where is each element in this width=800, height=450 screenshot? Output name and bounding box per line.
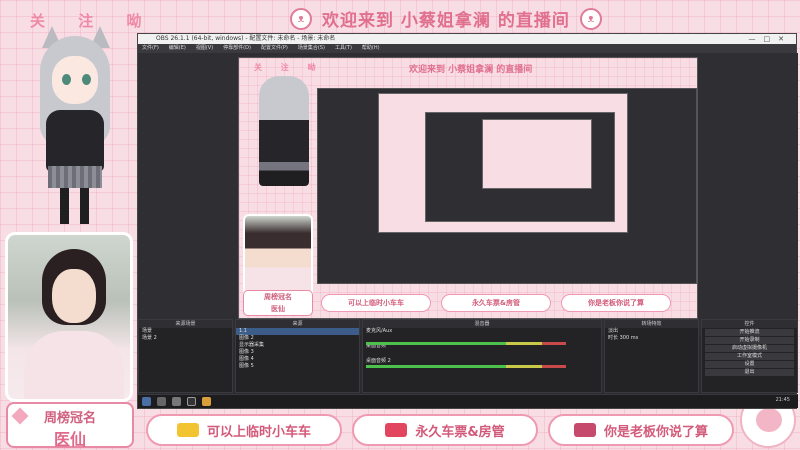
recursive-preview-3 [425, 112, 615, 222]
preview-pill: 你是老板你说了算 [561, 294, 671, 312]
controls-dock: 控件 开始推流 开始录制 启动虚拟摄像机 工作室模式 设置 退出 [701, 319, 798, 393]
obs-window[interactable]: OBS 26.1.1 (64-bit, windows) - 配置文件: 未命名… [137, 33, 798, 409]
menu-profile[interactable]: 配置文件(P) [261, 44, 288, 53]
obs-preview-area: 关 注 呦 欢迎来到 小蔡姐拿澜 的直播间 周榜冠名 医仙 可以上临时小车车 永… [138, 53, 798, 336]
taskview-icon[interactable] [172, 397, 181, 406]
preview-title: 欢迎来到 小蔡姐拿澜 的直播间 [409, 65, 533, 75]
weekly-top-badge: 周榜冠名 医仙 [6, 402, 134, 449]
windows-start-icon[interactable] [142, 397, 151, 406]
preview-pill: 可以上临时小车车 [321, 294, 431, 312]
start-streaming-button[interactable]: 开始推流 [705, 329, 794, 336]
menu-help[interactable]: 帮助(H) [362, 44, 380, 53]
obs-titlebar: OBS 26.1.1 (64-bit, windows) - 配置文件: 未命名… [138, 34, 796, 44]
preview-badge-title: 周榜冠名 [264, 293, 292, 301]
source-item[interactable]: 图像 2 [236, 335, 359, 342]
browser-icon[interactable] [202, 397, 211, 406]
duration-field[interactable]: 300 ms [620, 335, 639, 341]
recursive-preview-2 [378, 93, 628, 233]
badge-title: 周榜冠名 [43, 411, 96, 426]
source-item[interactable]: 显示器采集 [236, 342, 359, 349]
pill-label: 永久车票&房管 [415, 424, 505, 440]
volume-meter[interactable] [366, 365, 566, 368]
preview-recursive-obs [317, 88, 697, 284]
volume-meter[interactable] [366, 342, 566, 345]
mixer-channel-name: 桌面音频 2 [366, 358, 391, 364]
virtual-camera-button[interactable]: 启动虚拟摄像机 [705, 345, 794, 352]
obs-title-text: OBS 26.1.1 (64-bit, windows) - 配置文件: 未命名… [156, 35, 336, 42]
badge-name: 医仙 [53, 430, 86, 449]
transition-select[interactable]: 淡出 [605, 328, 698, 335]
controls-header: 控件 [702, 320, 797, 328]
obs-app-icon[interactable] [187, 397, 196, 406]
source-item[interactable]: 图像 5 [236, 363, 359, 370]
permanent-ticket-button: 永久车票&房管 [352, 414, 538, 446]
anime-mascot-illustration [28, 26, 123, 226]
mixer-channel-name: 麦克风/Aux [366, 328, 393, 334]
menu-edit[interactable]: 编辑(E) [169, 44, 186, 53]
pill-label: 你是老板你说了算 [603, 424, 708, 440]
rocket-icon [385, 423, 408, 437]
obs-menubar: 文件(F) 编辑(E) 视图(V) 停靠部件(D) 配置文件(P) 场景集合(S… [138, 44, 796, 53]
start-recording-button[interactable]: 开始录制 [705, 337, 794, 344]
preview-pill: 永久车票&房管 [441, 294, 551, 312]
sources-dock: 来源 1.1 图像 2 显示器采集 图像 3 图像 4 图像 5 [235, 319, 360, 393]
preview-badge-name: 医仙 [271, 305, 285, 313]
cat-face-icon: ᴥ [579, 7, 602, 30]
webcam-feed [5, 232, 133, 402]
menu-scene-collection[interactable]: 场景集合(S) [298, 44, 325, 53]
preview-badge: 周榜冠名 医仙 [243, 290, 313, 316]
menu-docks[interactable]: 停靠部件(D) [223, 44, 251, 53]
transition-duration-row: 时长 300 ms [605, 335, 698, 342]
ticket-icon [176, 423, 199, 437]
boss-decides-button: 你是老板你说了算 [548, 414, 734, 446]
cat-face-icon: ᴥ [290, 7, 312, 30]
source-item[interactable]: 图像 4 [236, 356, 359, 363]
taskbar-clock: 21:45 [775, 397, 790, 403]
rocket-icon [573, 423, 596, 437]
preview-mascot [259, 76, 309, 186]
menu-view[interactable]: 视图(V) [196, 44, 213, 53]
duration-label: 时长 [608, 335, 619, 341]
mixer-dock: 混音器 麦克风/Aux 桌面音频 桌面音频 2 [362, 319, 602, 393]
sources-header: 来源 [236, 320, 359, 328]
studio-mode-button[interactable]: 工作室模式 [705, 353, 794, 360]
recursive-preview-4 [482, 119, 592, 189]
settings-button[interactable]: 设置 [705, 361, 794, 368]
menu-file[interactable]: 文件(F) [142, 44, 159, 53]
scenes-header: 来源场景 [139, 320, 232, 328]
mixer-header: 混音器 [363, 320, 601, 328]
temporary-ride-button: 可以上临时小车车 [146, 414, 342, 446]
windows-taskbar: 21:45 [138, 394, 798, 408]
source-item[interactable]: 图像 3 [236, 349, 359, 356]
search-icon[interactable] [157, 397, 166, 406]
scene-item[interactable]: 场景 2 [139, 335, 232, 342]
window-controls-icon[interactable]: —□✕ [749, 34, 792, 44]
scenes-dock: 来源场景 场景 场景 2 [138, 319, 233, 393]
obs-preview-canvas[interactable]: 关 注 呦 欢迎来到 小蔡姐拿澜 的直播间 周榜冠名 医仙 可以上临时小车车 永… [238, 57, 698, 319]
exit-button[interactable]: 退出 [705, 369, 794, 376]
transitions-dock: 转场特效 淡出 时长 300 ms [604, 319, 699, 393]
obs-docks: 来源场景 场景 场景 2 来源 1.1 图像 2 显示器采集 图像 3 图像 4… [138, 319, 798, 393]
scene-item[interactable]: 场景 [139, 328, 232, 335]
preview-follow-text: 关 注 呦 [254, 63, 324, 72]
transitions-header: 转场特效 [605, 320, 698, 328]
stream-title: 欢迎来到 小蔡姐拿澜 的直播间 [322, 11, 570, 31]
menu-tools[interactable]: 工具(T) [335, 44, 352, 53]
source-item[interactable]: 1.1 [236, 328, 359, 335]
pill-label: 可以上临时小车车 [206, 424, 311, 440]
stream-title-bar: ᴥ 欢迎来到 小蔡姐拿澜 的直播间 ᴥ [290, 6, 602, 31]
